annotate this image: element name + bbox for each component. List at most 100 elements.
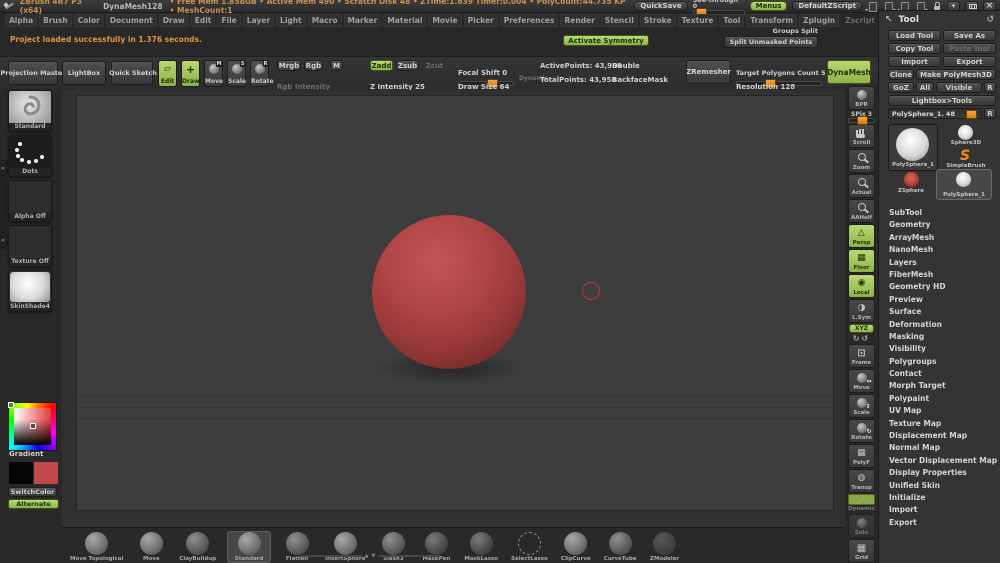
copy-tool-button[interactable]: Copy Tool — [888, 43, 941, 54]
m-button[interactable]: M — [330, 60, 343, 71]
edit-mode-button[interactable]: Edit — [158, 60, 177, 87]
quick-sketch-button[interactable]: Quick Sketch — [111, 61, 153, 85]
export-button[interactable]: Export — [943, 56, 996, 67]
tray-brush-zmodeler[interactable]: ZModeler — [648, 531, 682, 563]
menu-render[interactable]: Render — [560, 14, 598, 27]
shelf-aahalf-button[interactable]: AAHalf — [848, 199, 875, 223]
selected-tool-thumb[interactable]: PolySphere_1 — [936, 169, 992, 200]
tray-brush-selectlasso[interactable]: SelectLasso — [509, 531, 550, 563]
menu-material[interactable]: Material — [383, 14, 426, 27]
zadd-button[interactable]: Zadd — [370, 60, 393, 71]
tray-brush-claybuildup[interactable]: ClayBuildup — [177, 531, 218, 563]
clone-button[interactable]: Clone — [888, 69, 914, 80]
rotate-mode-button[interactable]: R Rotate — [250, 60, 269, 87]
texture-thumb[interactable]: Texture Off — [8, 225, 52, 267]
tool-section-geometry[interactable]: Geometry — [889, 219, 1000, 231]
tray-scrollbar[interactable]: ▲▼ — [300, 553, 440, 559]
tray-brush-clipcurve[interactable]: ClipCurve — [559, 531, 593, 563]
tool-inventory-slider[interactable]: PolySphere_1. 48 — [888, 108, 982, 119]
shelf-move-button[interactable]: Move — [848, 369, 875, 393]
tool-section-morph-target[interactable]: Morph Target — [889, 380, 1000, 392]
tool-section-display-properties[interactable]: Display Properties — [889, 467, 1000, 479]
zsphere-icon[interactable] — [904, 172, 919, 187]
lightbox-button[interactable]: LightBox — [62, 61, 106, 85]
menu-picker[interactable]: Picker — [464, 14, 498, 27]
stroke-type-thumb[interactable]: Dots — [8, 135, 52, 177]
main-color-swatch[interactable] — [8, 461, 34, 485]
shelf-solo-button[interactable]: Solo — [848, 514, 875, 538]
make-polymesh3d-button[interactable]: Make PolyMesh3D — [916, 69, 996, 80]
menu-marker[interactable]: Marker — [344, 14, 382, 27]
tool-section-polygroups[interactable]: Polygroups — [889, 356, 1000, 368]
simplebrush-icon[interactable]: S — [960, 148, 970, 164]
inventory-r-button[interactable]: R — [984, 108, 996, 119]
shelf-floor-button[interactable]: Floor — [848, 249, 875, 273]
paste-tool-button[interactable]: Paste Tool — [943, 43, 996, 54]
menu-brush[interactable]: Brush — [39, 14, 72, 27]
move-mode-button[interactable]: M Move — [204, 60, 223, 87]
quicksave-button[interactable]: QuickSave — [634, 1, 687, 11]
menu-preferences[interactable]: Preferences — [500, 14, 559, 27]
menu-macro[interactable]: Macro — [308, 14, 342, 27]
draw-mode-button[interactable]: Draw — [181, 60, 200, 87]
shelf-spix-slider[interactable]: SPix 3 — [848, 111, 875, 123]
sv-marker[interactable] — [30, 423, 36, 429]
menu-document[interactable]: Document — [106, 14, 157, 27]
alpha-thumb[interactable]: Alpha Off — [8, 180, 52, 222]
shelf-scroll-button[interactable]: Scroll — [848, 124, 875, 148]
tray-brush-masklasso[interactable]: MaskLasso — [462, 531, 500, 563]
tool-section-geometry-hd[interactable]: Geometry HD — [889, 281, 1000, 293]
shelf-polyf-button[interactable]: PolyF — [848, 444, 875, 468]
shelf-bpr-button[interactable]: BPR — [848, 86, 875, 110]
zremesher-button[interactable]: ZRemesher — [686, 60, 731, 84]
zsub-button[interactable]: Zsub — [396, 60, 419, 71]
lightbox-tools-button[interactable]: Lightbox>Tools — [888, 95, 996, 106]
tool-section-deformation[interactable]: Deformation — [889, 319, 1000, 331]
mrgb-button[interactable]: Mrgb — [277, 60, 301, 71]
tool-section-unified-skin[interactable]: Unified Skin — [889, 480, 1000, 492]
tool-section-uv-map[interactable]: UV Map — [889, 405, 1000, 417]
menu-layer[interactable]: Layer — [243, 14, 274, 27]
rotate-cw-icon[interactable]: ↻ — [853, 334, 862, 343]
tool-section-import[interactable]: Import — [889, 504, 1000, 516]
menu-zplugin[interactable]: Zplugin — [799, 14, 839, 27]
import-button[interactable]: Import — [888, 56, 941, 67]
tool-section-vector-displacement-map[interactable]: Vector Displacement Map — [889, 455, 1000, 467]
default-zscript-button[interactable]: DefaultZScript — [792, 1, 862, 11]
tool-section-subtool[interactable]: SubTool — [889, 207, 1000, 219]
zcut-button[interactable]: Zcut — [424, 60, 445, 71]
tool-palette-header[interactable]: ↖ Tool ↺ — [879, 11, 1000, 27]
tool-section-nanomesh[interactable]: NanoMesh — [889, 244, 1000, 256]
tool-section-displacement-map[interactable]: Displacement Map — [889, 430, 1000, 442]
menu-light[interactable]: Light — [276, 14, 306, 27]
document-viewport[interactable] — [76, 95, 834, 511]
tool-section-layers[interactable]: Layers — [889, 257, 1000, 269]
polysphere-model[interactable] — [372, 215, 526, 369]
tool-section-surface[interactable]: Surface — [889, 306, 1000, 318]
activate-symmetry-button[interactable]: Activate Symmetry — [563, 35, 649, 46]
double-toggle[interactable]: Double — [612, 63, 640, 70]
shelf-scale-button[interactable]: Scale — [848, 394, 875, 418]
tool-section-fibermesh[interactable]: FiberMesh — [889, 269, 1000, 281]
scroll-up-icon[interactable]: ▲ — [365, 553, 369, 559]
alternate-button[interactable]: Alternate — [8, 499, 59, 509]
projection-master-button[interactable]: Projection Master — [8, 61, 58, 85]
menu-stencil[interactable]: Stencil — [601, 14, 638, 27]
menu-zscript[interactable]: Zscript — [841, 14, 879, 27]
tool-section-export[interactable]: Export — [889, 517, 1000, 529]
tool-section-arraymesh[interactable]: ArrayMesh — [889, 232, 1000, 244]
layout-doc-back-icon[interactable] — [867, 1, 878, 12]
menu-movie[interactable]: Movie — [428, 14, 461, 27]
menu-alpha[interactable]: Alpha — [5, 14, 37, 27]
goz-all-button[interactable]: All — [916, 82, 934, 93]
canvas-area[interactable] — [62, 90, 845, 527]
menu-tool[interactable]: Tool — [719, 14, 744, 27]
tool-section-texture-map[interactable]: Texture Map — [889, 418, 1000, 430]
menus-toggle-button[interactable]: Menus — [750, 1, 788, 11]
color-picker[interactable] — [8, 402, 57, 451]
scale-mode-button[interactable]: S Scale — [227, 60, 246, 87]
shelf-orbit-icons[interactable]: ↻↺ — [853, 334, 870, 343]
tray-brush-curvetube[interactable]: CurveTube — [602, 531, 639, 563]
shelf-persp-button[interactable]: Persp — [848, 224, 875, 248]
shelf-transp-button[interactable]: Transp — [848, 469, 875, 493]
